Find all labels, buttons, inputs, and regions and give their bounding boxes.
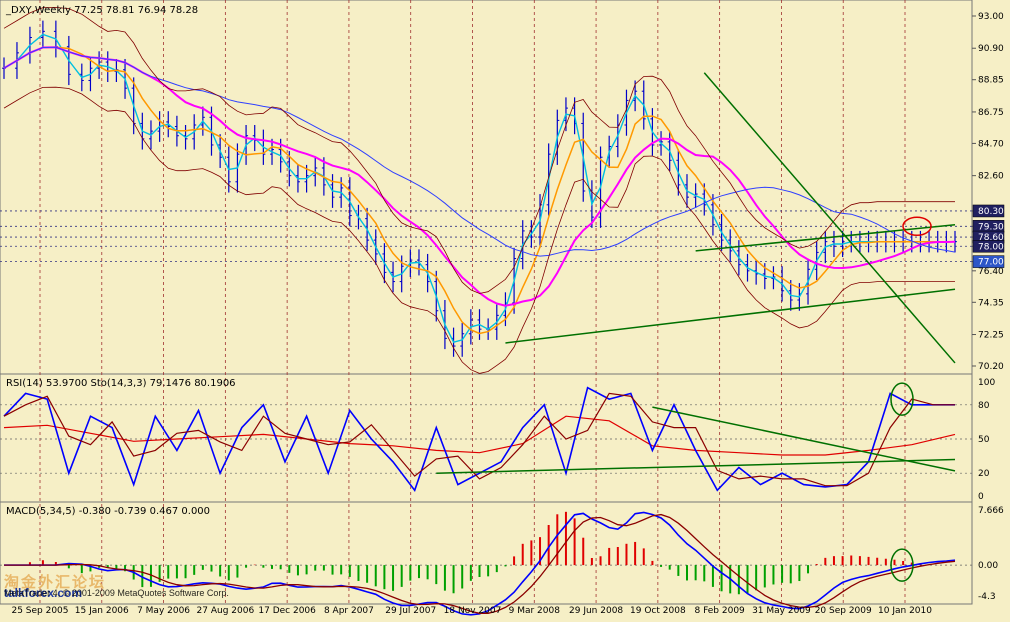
chart-window[interactable]: 93.00 90.90 88.85 86.75 84.70 82.60 80.30 79.30…: [0, 0, 1010, 618]
date-tick-label: 10 Jan 2010: [878, 606, 932, 616]
price-tick-label: 72.25: [978, 331, 1004, 341]
date-tick-label: 31 May 2009: [752, 606, 811, 616]
rsi-title: RSI(14) 53.9700 Sto(14,3,3) 79.1476 80.1…: [6, 378, 236, 389]
price-tick-label: 82.60: [978, 172, 1004, 182]
osc-tick-label: 0: [978, 492, 984, 502]
date-tick-label: 8 Apr 2007: [324, 606, 374, 616]
date-tick-label: 29 Jun 2008: [569, 606, 623, 616]
osc-tick-label: 20: [978, 469, 990, 479]
date-tick-label: 19 Oct 2008: [630, 606, 686, 616]
copyright-text: MetaTrader 4, © 2001-2009 MetaQuotes Sof…: [4, 588, 229, 598]
osc-tick-label: 50: [978, 435, 990, 445]
date-tick-label: 18 Nov 2007: [444, 606, 502, 616]
date-tick-label: 9 Mar 2008: [509, 606, 561, 616]
date-tick-label: 15 Jan 2006: [75, 606, 129, 616]
price-tick-label: 84.70: [978, 139, 1004, 149]
macd-title: MACD(5,34,5) -0.380 -0.739 0.467 0.000: [6, 506, 210, 517]
macd-tick-label: 0.00: [978, 561, 998, 571]
price-tick-label: 74.35: [978, 298, 1004, 308]
price-tick-label: 76.40: [978, 267, 1004, 277]
price-tick-label: 70.20: [978, 362, 1004, 372]
price-tick-label: 90.90: [978, 44, 1004, 54]
price-tick-label: 78.00: [978, 242, 1004, 252]
osc-tick-label: 80: [978, 401, 990, 411]
main-title: _DXY,Weekly 77.25 78.81 76.94 78.28: [5, 5, 198, 16]
date-tick-label: 25 Sep 2005: [11, 606, 68, 616]
rsi-pane[interactable]: [0, 373, 973, 503]
date-tick-label: 27 Aug 2006: [197, 606, 255, 616]
date-tick-label: 7 May 2006: [137, 606, 190, 616]
price-pane[interactable]: [0, 0, 973, 375]
date-tick-label: 20 Sep 2009: [815, 606, 872, 616]
osc-tick-label: 100: [978, 378, 995, 388]
macd-tick-label: -4.3: [978, 592, 996, 602]
date-tick-label: 29 Jul 2007: [385, 606, 436, 616]
price-tick-label: 88.85: [978, 76, 1004, 86]
price-tick-label: 93.00: [978, 12, 1004, 22]
price-tick-label: 86.75: [978, 108, 1004, 118]
date-tick-label: 17 Dec 2006: [258, 606, 316, 616]
macd-tick-label: 7.666: [978, 506, 1004, 516]
price-tick-label: 80.30: [978, 207, 1004, 217]
date-tick-label: 8 Feb 2009: [694, 606, 745, 616]
